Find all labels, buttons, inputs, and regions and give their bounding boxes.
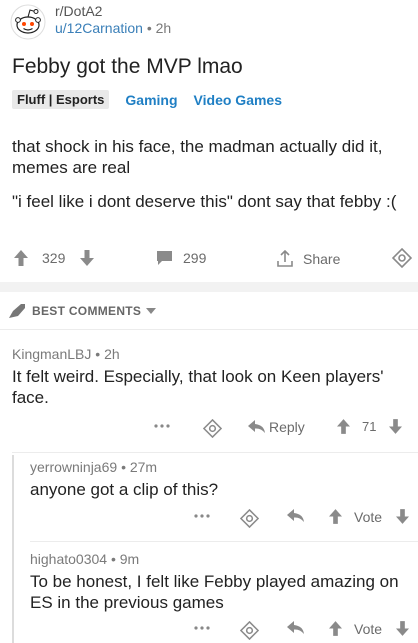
upvote-arrow-icon xyxy=(329,509,342,524)
comment-divider xyxy=(30,541,418,542)
award-icon xyxy=(240,509,259,528)
comment: highato0304 • 9m To be honest, I felt li… xyxy=(30,551,410,613)
post-age: 2h xyxy=(155,20,172,36)
comment-author[interactable]: yerrowninja69 xyxy=(30,459,117,475)
more-dots-icon xyxy=(154,424,170,428)
post-header: r/DotA2 u/12Carnation • 2h xyxy=(0,0,418,46)
award-icon xyxy=(392,248,412,268)
comment-text: anyone got a clip of this? xyxy=(30,480,219,499)
comment-bubble-icon xyxy=(157,251,172,265)
post-comments-button[interactable]: 299 xyxy=(156,250,206,266)
downvote-arrow-icon xyxy=(396,509,409,524)
post-action-row: 329 299 Share xyxy=(0,246,418,276)
comment-age: 27m xyxy=(129,459,158,475)
reply-arrow-icon xyxy=(287,621,304,634)
subreddit-link[interactable]: r/DotA2 xyxy=(55,3,102,19)
vote-label: Vote xyxy=(354,509,383,525)
reply-arrow-icon xyxy=(287,509,304,522)
post-comment-count: 299 xyxy=(183,250,207,266)
reply-button[interactable] xyxy=(287,621,304,635)
comment-upvote-button[interactable] xyxy=(337,419,350,434)
tag-gaming[interactable]: Gaming xyxy=(125,92,177,108)
post-downvote-button[interactable] xyxy=(80,250,94,266)
comment-score: 71 xyxy=(362,419,377,434)
more-dots-icon xyxy=(194,626,210,630)
comment-age: 2h xyxy=(104,346,120,362)
post-body: that shock in his face, the madman actua… xyxy=(12,136,412,225)
downvote-arrow-icon xyxy=(396,621,409,636)
post-title[interactable]: Febby got the MVP lmao xyxy=(12,55,243,79)
reply-label: Reply xyxy=(269,419,305,435)
comment-divider xyxy=(12,452,418,453)
post-author-link[interactable]: u/12Carnation xyxy=(55,20,143,36)
section-divider-band xyxy=(0,282,418,292)
meta-separator: • xyxy=(121,459,126,475)
vote-label: Vote xyxy=(354,621,383,637)
award-icon xyxy=(203,419,222,438)
comment: KingmanLBJ • 2h It felt weird. Especiall… xyxy=(12,346,412,408)
meta-separator: • xyxy=(110,551,116,567)
post-award-button[interactable] xyxy=(392,248,412,268)
downvote-arrow-icon xyxy=(80,250,94,266)
upvote-arrow-icon xyxy=(14,250,28,266)
share-icon xyxy=(277,250,293,267)
reply-arrow-icon xyxy=(248,420,265,433)
upvote-arrow-icon xyxy=(329,621,342,636)
post-flair: Fluff | Esports xyxy=(12,90,110,109)
award-icon xyxy=(240,621,259,640)
chevron-down-icon xyxy=(146,307,157,314)
comment-meta: highato0304 • 9m xyxy=(30,551,410,567)
post-body-paragraph: that shock in his face, the madman actua… xyxy=(12,137,383,177)
meta-separator: • xyxy=(146,20,152,36)
share-label: Share xyxy=(303,251,341,267)
post-score: 329 xyxy=(42,250,66,266)
flair-row: Fluff | Esports Gaming Video Games xyxy=(12,90,282,109)
comment-award-button[interactable] xyxy=(240,509,259,528)
reply-button[interactable]: Reply xyxy=(248,419,305,435)
comment-age: 9m xyxy=(119,551,140,567)
sort-label: BEST COMMENTS xyxy=(32,303,142,318)
meta-separator: • xyxy=(95,346,101,362)
post-body-paragraph: "i feel like i dont deserve this" dont s… xyxy=(12,192,397,211)
comment-action-row: Vote xyxy=(0,509,418,533)
comment-sort-selector[interactable]: BEST COMMENTS xyxy=(0,292,418,330)
comment-text: It felt weird. Especially, that look on … xyxy=(12,367,384,407)
thread-indent-line[interactable] xyxy=(12,455,14,643)
more-options-button[interactable] xyxy=(194,514,210,518)
more-dots-icon xyxy=(194,514,210,518)
upvote-arrow-icon xyxy=(337,419,350,434)
post-upvote-button[interactable] xyxy=(14,250,28,266)
more-options-button[interactable] xyxy=(154,424,170,428)
comment-award-button[interactable] xyxy=(203,419,222,438)
downvote-arrow-icon xyxy=(389,419,402,434)
comment-award-button[interactable] xyxy=(240,621,259,640)
comment-author[interactable]: highato0304 xyxy=(30,551,107,567)
comment-upvote-button[interactable] xyxy=(329,509,342,524)
reddit-alien-avatar-icon[interactable] xyxy=(10,4,46,40)
rocket-icon xyxy=(9,303,25,318)
comment-author[interactable]: KingmanLBJ xyxy=(12,346,91,362)
comment-text: To be honest, I felt like Febby played a… xyxy=(30,572,399,612)
comment-meta: KingmanLBJ • 2h xyxy=(12,346,412,362)
comment-action-row: Reply 71 xyxy=(0,419,418,443)
post-share-button[interactable]: Share xyxy=(276,250,340,268)
reply-button[interactable] xyxy=(287,509,304,523)
comment-downvote-button[interactable] xyxy=(396,621,409,636)
comment-downvote-button[interactable] xyxy=(389,419,402,434)
comment-meta: yerrowninja69 • 27m xyxy=(30,459,410,475)
tag-video-games[interactable]: Video Games xyxy=(194,92,282,108)
comment-downvote-button[interactable] xyxy=(396,509,409,524)
comment: yerrowninja69 • 27m anyone got a clip of… xyxy=(30,459,410,500)
post-author-line: u/12Carnation • 2h xyxy=(55,20,171,36)
more-options-button[interactable] xyxy=(194,626,210,630)
comment-upvote-button[interactable] xyxy=(329,621,342,636)
comment-action-row: Vote xyxy=(0,621,418,643)
